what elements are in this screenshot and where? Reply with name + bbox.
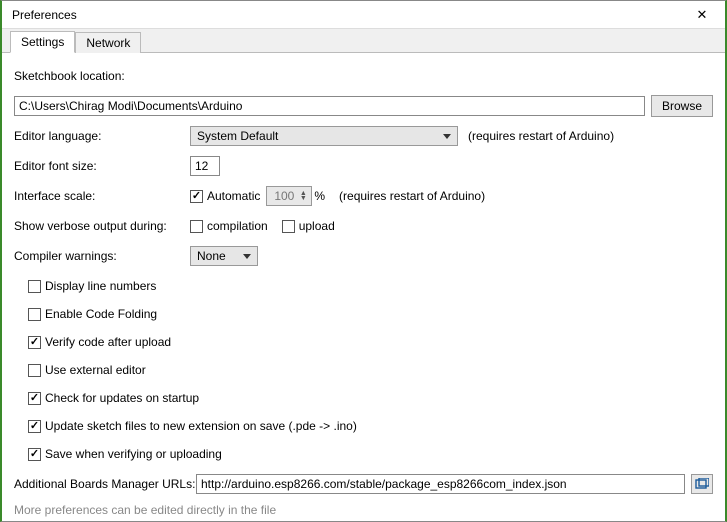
checkbox-icon [190, 220, 203, 233]
scale-automatic-checkbox[interactable]: Automatic [190, 189, 260, 203]
checkbox-icon [28, 280, 41, 293]
preferences-window: Preferences ✕ Settings Network Sketchboo… [0, 0, 727, 522]
display-line-numbers-label: Display line numbers [45, 279, 156, 293]
spinner-arrows-icon: ▲▼ [298, 191, 308, 201]
footer-note-1: More preferences can be edited directly … [14, 503, 713, 517]
update-extension-checkbox[interactable]: Update sketch files to new extension on … [28, 419, 357, 433]
checkbox-icon [28, 420, 41, 433]
checkbox-icon [28, 448, 41, 461]
compiler-warnings-value: None [197, 249, 226, 263]
browse-button[interactable]: Browse [651, 95, 713, 117]
editor-language-select[interactable]: System Default [190, 126, 458, 146]
code-folding-checkbox[interactable]: Enable Code Folding [28, 307, 157, 321]
verbose-upload-checkbox[interactable]: upload [282, 219, 335, 233]
content-area: Sketchbook location: Browse Editor langu… [2, 53, 725, 521]
boards-urls-label: Additional Boards Manager URLs: [14, 477, 196, 491]
verbose-label: Show verbose output during: [14, 219, 190, 233]
tab-network[interactable]: Network [75, 32, 141, 53]
checkbox-icon [28, 392, 41, 405]
external-editor-checkbox[interactable]: Use external editor [28, 363, 146, 377]
interface-scale-label: Interface scale: [14, 189, 190, 203]
boards-urls-expand-button[interactable] [691, 474, 713, 494]
options-checklist: Display line numbers Enable Code Folding… [28, 275, 713, 465]
check-updates-checkbox[interactable]: Check for updates on startup [28, 391, 199, 405]
sketchbook-path-input[interactable] [14, 96, 645, 116]
verbose-compilation-checkbox[interactable]: compilation [190, 219, 268, 233]
editor-language-value: System Default [197, 129, 278, 143]
update-extension-label: Update sketch files to new extension on … [45, 419, 357, 433]
scale-automatic-label: Automatic [207, 189, 260, 203]
checkbox-icon [28, 308, 41, 321]
tab-row: Settings Network [2, 29, 725, 53]
verbose-upload-label: upload [299, 219, 335, 233]
font-size-input[interactable] [190, 156, 220, 176]
save-verify-checkbox[interactable]: Save when verifying or uploading [28, 447, 222, 461]
display-line-numbers-checkbox[interactable]: Display line numbers [28, 279, 156, 293]
checkbox-icon [28, 364, 41, 377]
sketchbook-label: Sketchbook location: [14, 69, 125, 83]
compiler-warnings-select[interactable]: None [190, 246, 258, 266]
tab-settings[interactable]: Settings [10, 31, 75, 53]
scale-percent: % [314, 189, 325, 203]
scale-note: (requires restart of Arduino) [339, 189, 485, 203]
code-folding-label: Enable Code Folding [45, 307, 157, 321]
checkbox-icon [28, 336, 41, 349]
verbose-compilation-label: compilation [207, 219, 268, 233]
close-button[interactable]: ✕ [685, 3, 719, 27]
checkbox-icon [282, 220, 295, 233]
save-verify-label: Save when verifying or uploading [45, 447, 222, 461]
window-icon [695, 478, 709, 490]
close-icon: ✕ [697, 7, 708, 23]
editor-language-note: (requires restart of Arduino) [468, 129, 614, 143]
titlebar: Preferences ✕ [2, 1, 725, 29]
checkbox-icon [190, 190, 203, 203]
font-size-label: Editor font size: [14, 159, 190, 173]
scale-value-input[interactable] [270, 188, 296, 204]
window-title: Preferences [12, 8, 685, 22]
verify-upload-label: Verify code after upload [45, 335, 171, 349]
compiler-warnings-label: Compiler warnings: [14, 249, 190, 263]
scale-spinner[interactable]: ▲▼ [266, 186, 312, 206]
editor-language-label: Editor language: [14, 129, 190, 143]
check-updates-label: Check for updates on startup [45, 391, 199, 405]
verify-upload-checkbox[interactable]: Verify code after upload [28, 335, 171, 349]
external-editor-label: Use external editor [45, 363, 146, 377]
boards-urls-input[interactable] [196, 474, 685, 494]
